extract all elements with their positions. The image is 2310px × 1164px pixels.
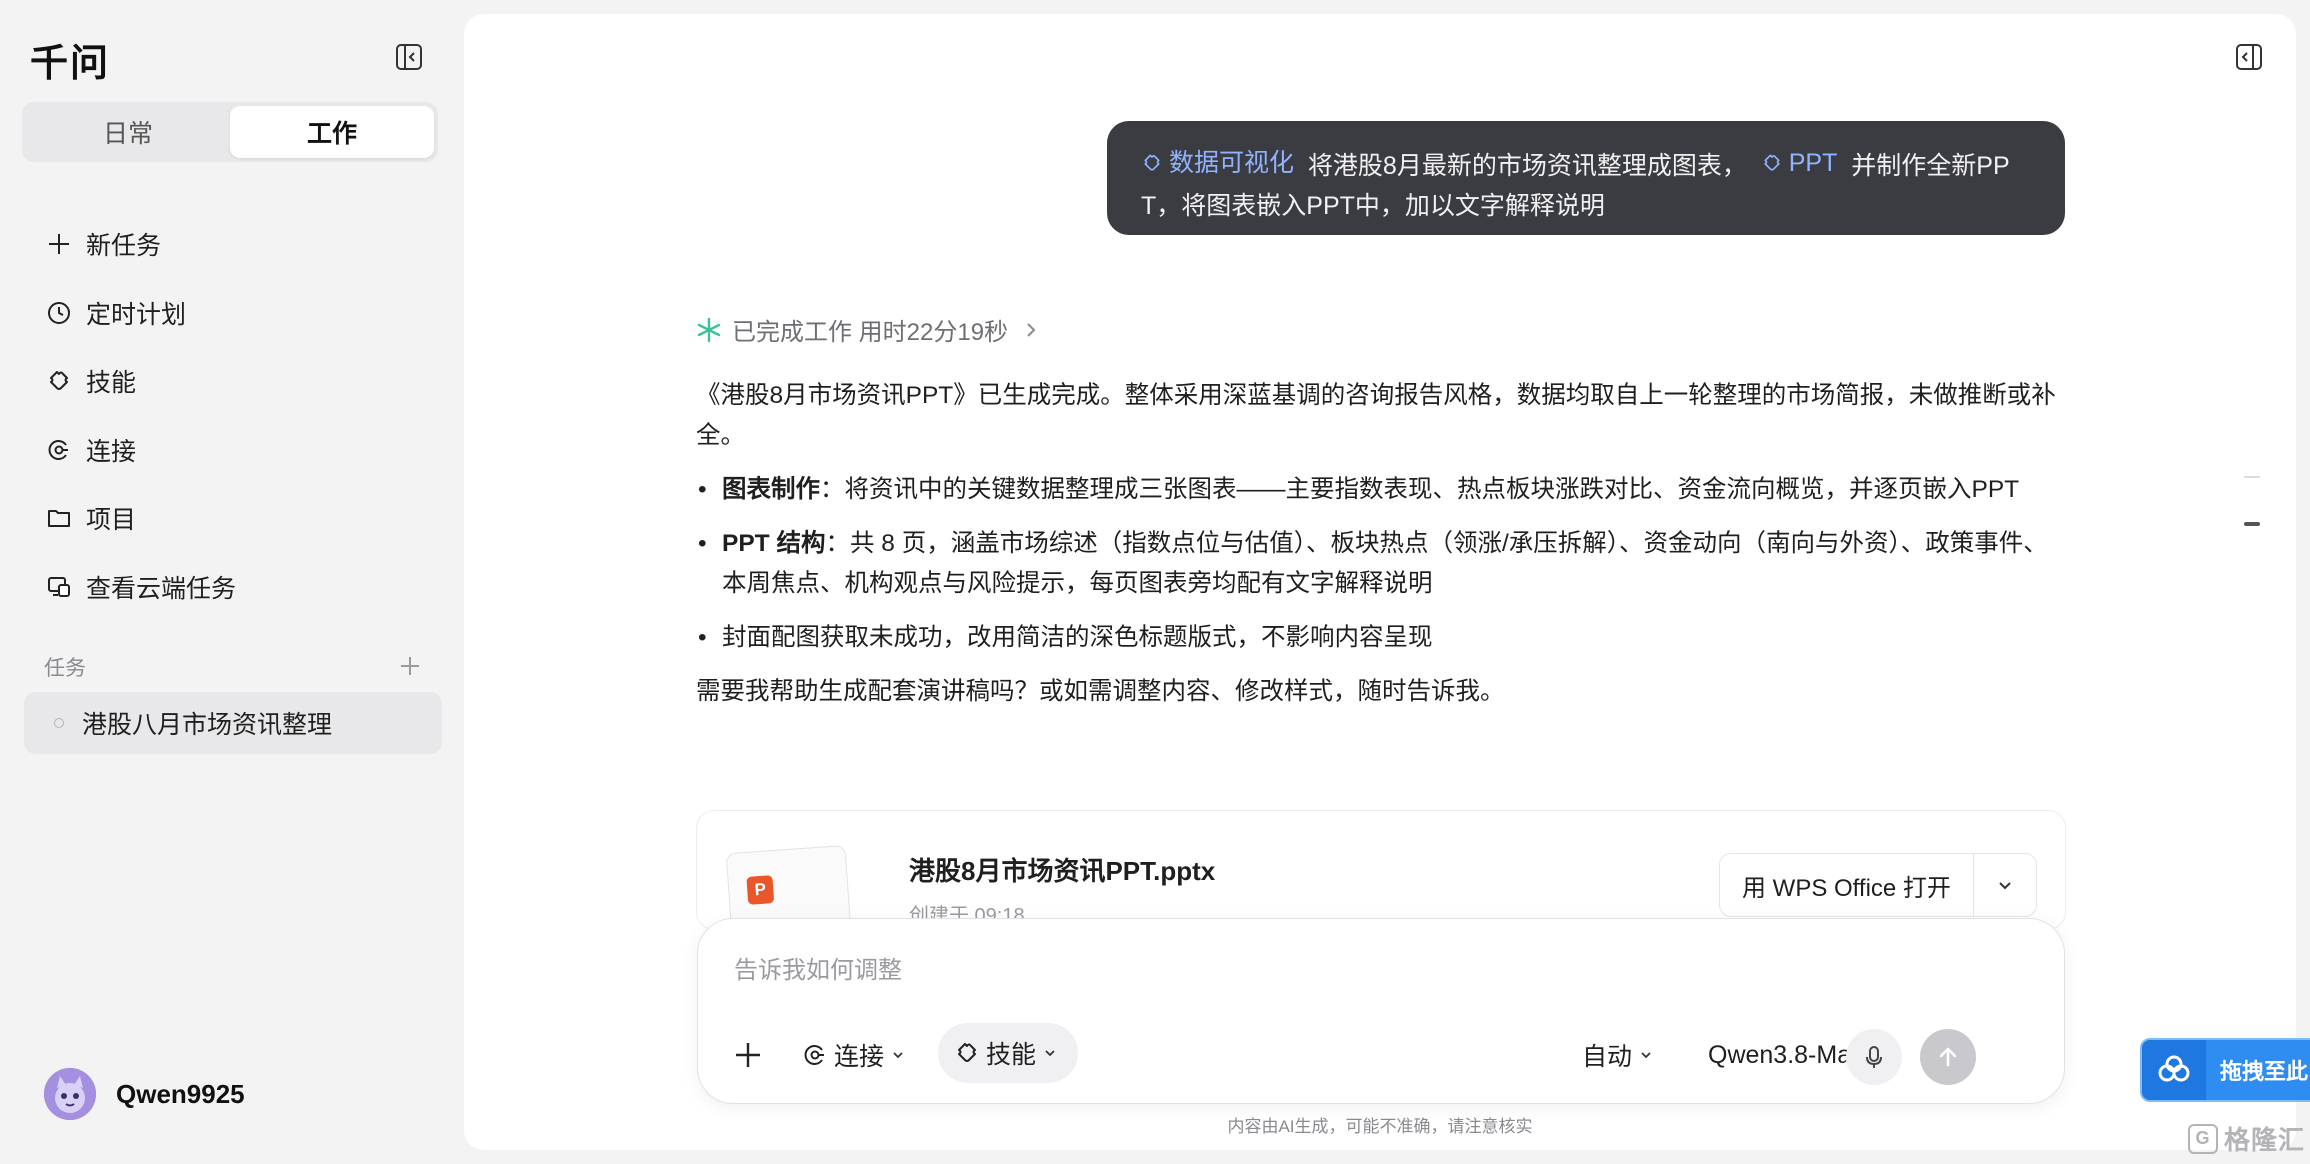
sidebar-item-projects[interactable]: 项目 — [44, 484, 444, 553]
list-item: PPT 结构：共 8 页，涵盖市场综述（指数点位与估值）、板块热点（领涨/承压拆… — [696, 524, 2066, 604]
ai-disclaimer: 内容由AI生成，可能不准确，请注意核实 — [1227, 1117, 1533, 1136]
open-options-button[interactable] — [1974, 854, 2036, 916]
watermark: G 格隆汇 — [2188, 1120, 2305, 1157]
skills-label: 技能 — [986, 1041, 1037, 1069]
avatar — [44, 1068, 96, 1120]
add-task-icon[interactable] — [396, 652, 424, 680]
mode-select[interactable]: 自动 — [1582, 1037, 1654, 1073]
task-status-dot — [54, 718, 64, 728]
connect-label: 连接 — [834, 1043, 885, 1071]
message-text: 将港股8月最新的市场资讯整理成图表， — [1307, 152, 1747, 180]
app-logo: 千问 — [30, 43, 111, 85]
connect-icon — [804, 1045, 824, 1065]
collapse-sidebar-icon[interactable] — [394, 42, 424, 72]
arrow-up-icon — [1939, 1047, 1957, 1067]
sidebar-item-skills[interactable]: 技能 — [44, 347, 444, 416]
work-status-text: 已完成工作 用时22分19秒 — [732, 319, 1009, 346]
sidebar-item-label: 技能 — [86, 369, 137, 398]
tasks-section-label: 任务 — [44, 657, 86, 680]
open-with-button-group: 用 WPS Office 打开 — [1719, 853, 2037, 917]
send-button[interactable] — [1920, 1029, 1976, 1085]
chevron-down-icon — [1641, 1052, 1651, 1059]
list-item: 图表制作：将资讯中的关键数据整理成三张图表——主要指数表现、热点板块涨跌对比、资… — [696, 470, 2066, 510]
folder-icon — [44, 503, 74, 533]
toggle-right-panel-icon[interactable] — [2234, 42, 2264, 72]
list-item-text: 封面配图获取未成功，改用简洁的深色标题版式，不影响内容呈现 — [722, 624, 1433, 651]
plus-icon — [44, 229, 74, 259]
skill-chip-ppt[interactable]: PPT — [1761, 143, 1838, 183]
sidebar-item-label: 定时计划 — [86, 300, 187, 329]
skills-button[interactable]: 技能 — [938, 1023, 1079, 1083]
scroll-mark-active — [2244, 522, 2260, 526]
spark-icon — [697, 317, 721, 342]
sidebar-item-label: 连接 — [86, 437, 137, 466]
sidebar-item-new-task[interactable]: 新任务 — [44, 210, 444, 279]
sidebar-nav: 新任务 定时计划 技能 连接 项目 查看云端任务 — [44, 210, 444, 621]
ppt-file-icon: P — [746, 875, 775, 905]
scroll-mark — [2244, 476, 2260, 478]
puzzle-icon — [1144, 154, 1160, 171]
puzzle-icon — [1764, 154, 1780, 171]
answer-list: 图表制作：将资讯中的关键数据整理成三张图表——主要指数表现、热点板块涨跌对比、资… — [696, 470, 2066, 658]
watermark-logo-icon: G — [2188, 1123, 2218, 1154]
attach-button[interactable] — [732, 1039, 764, 1071]
drag-drop-label: 拖拽至此 — [2220, 1059, 2309, 1084]
cloud-task-icon — [44, 572, 74, 602]
chip-label: PPT — [1788, 149, 1838, 177]
message-text: 并制作全新PP — [1851, 152, 2010, 180]
open-with-wps-button[interactable]: 用 WPS Office 打开 — [1720, 854, 1974, 916]
connect-icon — [44, 435, 74, 465]
skill-chip-data-viz[interactable]: 数据可视化 — [1141, 143, 1294, 183]
answer-outro: 需要我帮助生成配套演讲稿吗？或如需调整内容、修改样式，随时告诉我。 — [696, 678, 1505, 705]
drag-drop-widget[interactable]: 拖拽至此 — [2140, 1038, 2310, 1102]
mode-toggle: 日常 工作 — [22, 102, 438, 162]
file-name[interactable]: 港股8月市场资讯PPT.pptx — [909, 851, 1215, 888]
mode-tab-daily[interactable]: 日常 — [26, 106, 230, 158]
list-item-text: ：将资讯中的关键数据整理成三张图表——主要指数表现、热点板块涨跌对比、资金流向概… — [820, 476, 2020, 503]
list-item-title: PPT 结构 — [722, 530, 826, 557]
assistant-answer: 《港股8月市场资讯PPT》已生成完成。整体采用深蓝基调的咨询报告风格，数据均取自… — [696, 376, 2066, 726]
puzzle-icon — [44, 366, 74, 396]
model-select-label: Qwen3.8-Max — [1708, 1040, 1864, 1069]
list-item: 封面配图获取未成功，改用简洁的深色标题版式，不影响内容呈现 — [696, 618, 2066, 658]
chip-label: 数据可视化 — [1169, 149, 1295, 177]
list-item-text: ：共 8 页，涵盖市场综述（指数点位与估值）、板块热点（领涨/承压拆解）、资金动… — [722, 530, 2048, 597]
task-item-label: 港股八月市场资讯整理 — [82, 711, 333, 739]
sidebar: 千问 日常 工作 新任务 定时计划 技能 连接 项目 查看云端任务 任务 港股八… — [0, 0, 460, 1164]
puzzle-icon — [958, 1043, 976, 1062]
answer-intro: 《港股8月市场资讯PPT》已生成完成。整体采用深蓝基调的咨询报告风格，数据均取自… — [696, 382, 2056, 449]
file-card[interactable]: P 港股8月市场资讯PPT.pptx 创建于 09:18 用 WPS Offic… — [696, 810, 2066, 930]
sidebar-item-cloud-tasks[interactable]: 查看云端任务 — [44, 553, 444, 622]
chevron-down-icon — [893, 1052, 903, 1059]
chevron-down-icon — [1999, 882, 2011, 890]
task-item[interactable]: 港股八月市场资讯整理 — [24, 692, 442, 754]
sidebar-item-connect[interactable]: 连接 — [44, 416, 444, 485]
username: Qwen9925 — [116, 1078, 245, 1109]
voice-input-button[interactable] — [1846, 1029, 1902, 1085]
composer-input[interactable] — [734, 951, 1934, 991]
watermark-text: 格隆汇 — [2224, 1125, 2306, 1155]
user-message-bubble: 数据可视化 将港股8月最新的市场资讯整理成图表， PPT 并制作全新PP T，将… — [1107, 121, 2065, 235]
mode-tab-work[interactable]: 工作 — [230, 106, 434, 158]
mode-select-label: 自动 — [1582, 1043, 1633, 1071]
chevron-down-icon — [1045, 1050, 1055, 1057]
main-panel: 数据可视化 将港股8月最新的市场资讯整理成图表， PPT 并制作全新PP T，将… — [464, 14, 2296, 1150]
list-item-title: 图表制作 — [722, 476, 820, 503]
cloud-icon — [2142, 1040, 2206, 1100]
chevron-right-icon — [1027, 322, 1036, 337]
user-profile[interactable]: Qwen9925 — [44, 1068, 245, 1120]
clock-icon — [44, 298, 74, 328]
connect-button[interactable]: 连接 — [802, 1037, 906, 1073]
sidebar-item-label: 查看云端任务 — [86, 574, 237, 603]
microphone-icon — [1866, 1046, 1882, 1068]
sidebar-item-label: 新任务 — [86, 232, 162, 261]
composer: 连接 技能 自动 Qwen3.8-Max — [697, 918, 2065, 1104]
sidebar-item-label: 项目 — [86, 506, 137, 535]
message-text: T，将图表嵌入PPT中，加以文字解释说明 — [1141, 192, 1605, 220]
work-status[interactable]: 已完成工作 用时22分19秒 — [696, 312, 1042, 347]
scroll-indicator[interactable] — [2244, 476, 2260, 570]
sidebar-item-schedule[interactable]: 定时计划 — [44, 279, 444, 348]
plus-icon — [736, 1043, 760, 1067]
